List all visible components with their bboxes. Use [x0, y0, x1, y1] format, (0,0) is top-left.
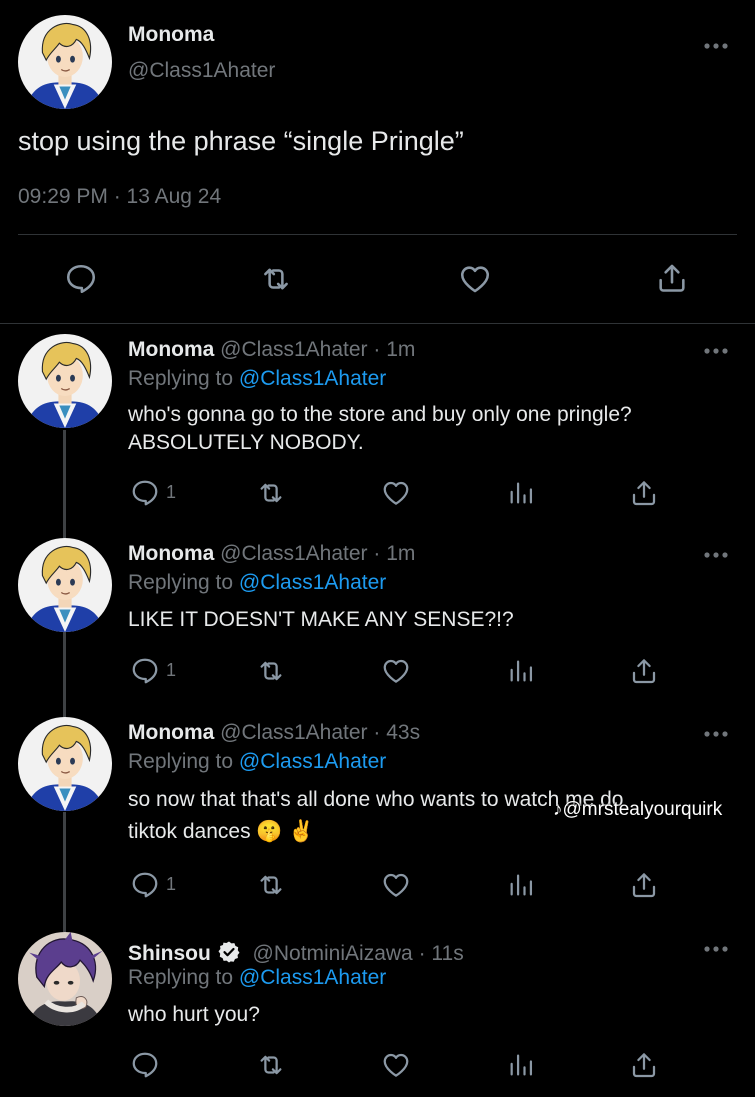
reply-text: who's gonna go to the store and buy only… — [128, 399, 632, 459]
more-icon[interactable] — [703, 945, 729, 953]
retweet-icon[interactable] — [255, 1050, 287, 1080]
replying-to-link[interactable]: @Class1Ahater — [239, 750, 386, 773]
reply-icon[interactable] — [64, 262, 98, 296]
reply-text: who hurt you? — [128, 999, 260, 1031]
divider — [18, 234, 737, 235]
replying-to-link[interactable]: @Class1Ahater — [239, 367, 386, 390]
reply-text-line: tiktok dances 🤫 ✌️ — [128, 820, 315, 843]
reply-icon[interactable] — [130, 870, 160, 900]
thread-line — [63, 632, 66, 722]
reply-text-line: ABSOLUTELY NOBODY. — [128, 431, 364, 454]
replying-to-link[interactable]: @Class1Ahater — [239, 571, 386, 594]
replying-to-link[interactable]: @Class1Ahater — [239, 966, 386, 989]
reply-icon[interactable] — [130, 1050, 160, 1080]
avatar-main[interactable] — [18, 15, 112, 109]
replying-to-label: Replying to — [128, 571, 234, 594]
reply-meta: @Class1Ahater · 43s — [220, 721, 421, 744]
reply-author-name[interactable]: Monoma — [128, 721, 214, 744]
replying-to-label: Replying to — [128, 966, 234, 989]
divider — [0, 323, 755, 324]
reply-text-line: so now that that's all done who wants to… — [128, 788, 624, 811]
like-icon[interactable] — [380, 1050, 412, 1080]
share-icon[interactable] — [629, 656, 659, 686]
tiktok-icon: ♪ — [553, 799, 563, 820]
reply-text-line: who hurt you? — [128, 1003, 260, 1026]
replying-to-label: Replying to — [128, 367, 234, 390]
reply-icon[interactable] — [130, 478, 160, 508]
tiktok-watermark: ♪@mrstealyourquirk — [553, 799, 722, 821]
reply-author-name[interactable]: Shinsou — [128, 942, 211, 965]
more-icon[interactable] — [703, 347, 729, 355]
views-icon[interactable] — [507, 870, 535, 900]
share-icon[interactable] — [629, 1050, 659, 1080]
reply-count: 1 — [166, 874, 177, 894]
share-icon[interactable] — [655, 261, 689, 295]
watermark-text: @mrstealyourquirk — [562, 799, 723, 820]
reply-meta: @Class1Ahater · 1m — [220, 338, 416, 361]
reply-count: 1 — [166, 660, 177, 680]
author-name[interactable]: Monoma — [128, 23, 214, 47]
reply-author-name[interactable]: Monoma — [128, 542, 214, 565]
author-handle[interactable]: @Class1Ahater — [128, 59, 275, 83]
tweet-text: stop using the phrase “single Pringle” — [18, 126, 464, 156]
views-icon[interactable] — [507, 656, 535, 686]
reply-meta: @Class1Ahater · 1m — [220, 542, 416, 565]
like-icon[interactable] — [380, 656, 412, 686]
replying-to-label: Replying to — [128, 750, 234, 773]
avatar[interactable] — [18, 334, 112, 428]
share-icon[interactable] — [629, 870, 659, 900]
views-icon[interactable] — [507, 478, 535, 508]
avatar[interactable] — [18, 538, 112, 632]
like-icon[interactable] — [380, 870, 412, 900]
reply-meta: @NotminiAizawa · 11s — [252, 942, 464, 965]
retweet-icon[interactable] — [255, 478, 287, 508]
retweet-icon[interactable] — [255, 870, 287, 900]
thread-line — [63, 430, 66, 542]
reply-text-line: LIKE IT DOESN'T MAKE ANY SENSE?!? — [128, 608, 514, 631]
like-icon[interactable] — [457, 262, 493, 296]
reply-author-name[interactable]: Monoma — [128, 338, 214, 361]
more-icon[interactable] — [703, 42, 729, 50]
retweet-icon[interactable] — [255, 656, 287, 686]
verified-icon — [218, 941, 240, 963]
retweet-icon[interactable] — [258, 262, 294, 296]
avatar[interactable] — [18, 717, 112, 811]
reply-count: 1 — [166, 482, 177, 502]
tweet-timestamp: 09:29 PM · 13 Aug 24 — [18, 185, 222, 208]
reply-text: LIKE IT DOESN'T MAKE ANY SENSE?!? — [128, 604, 514, 636]
views-icon[interactable] — [507, 1050, 535, 1080]
avatar[interactable] — [18, 932, 112, 1026]
like-icon[interactable] — [380, 478, 412, 508]
more-icon[interactable] — [703, 551, 729, 559]
reply-icon[interactable] — [130, 656, 160, 686]
share-icon[interactable] — [629, 478, 659, 508]
reply-text: so now that that's all done who wants to… — [128, 784, 623, 848]
more-icon[interactable] — [703, 730, 729, 738]
thread-line — [63, 812, 66, 932]
